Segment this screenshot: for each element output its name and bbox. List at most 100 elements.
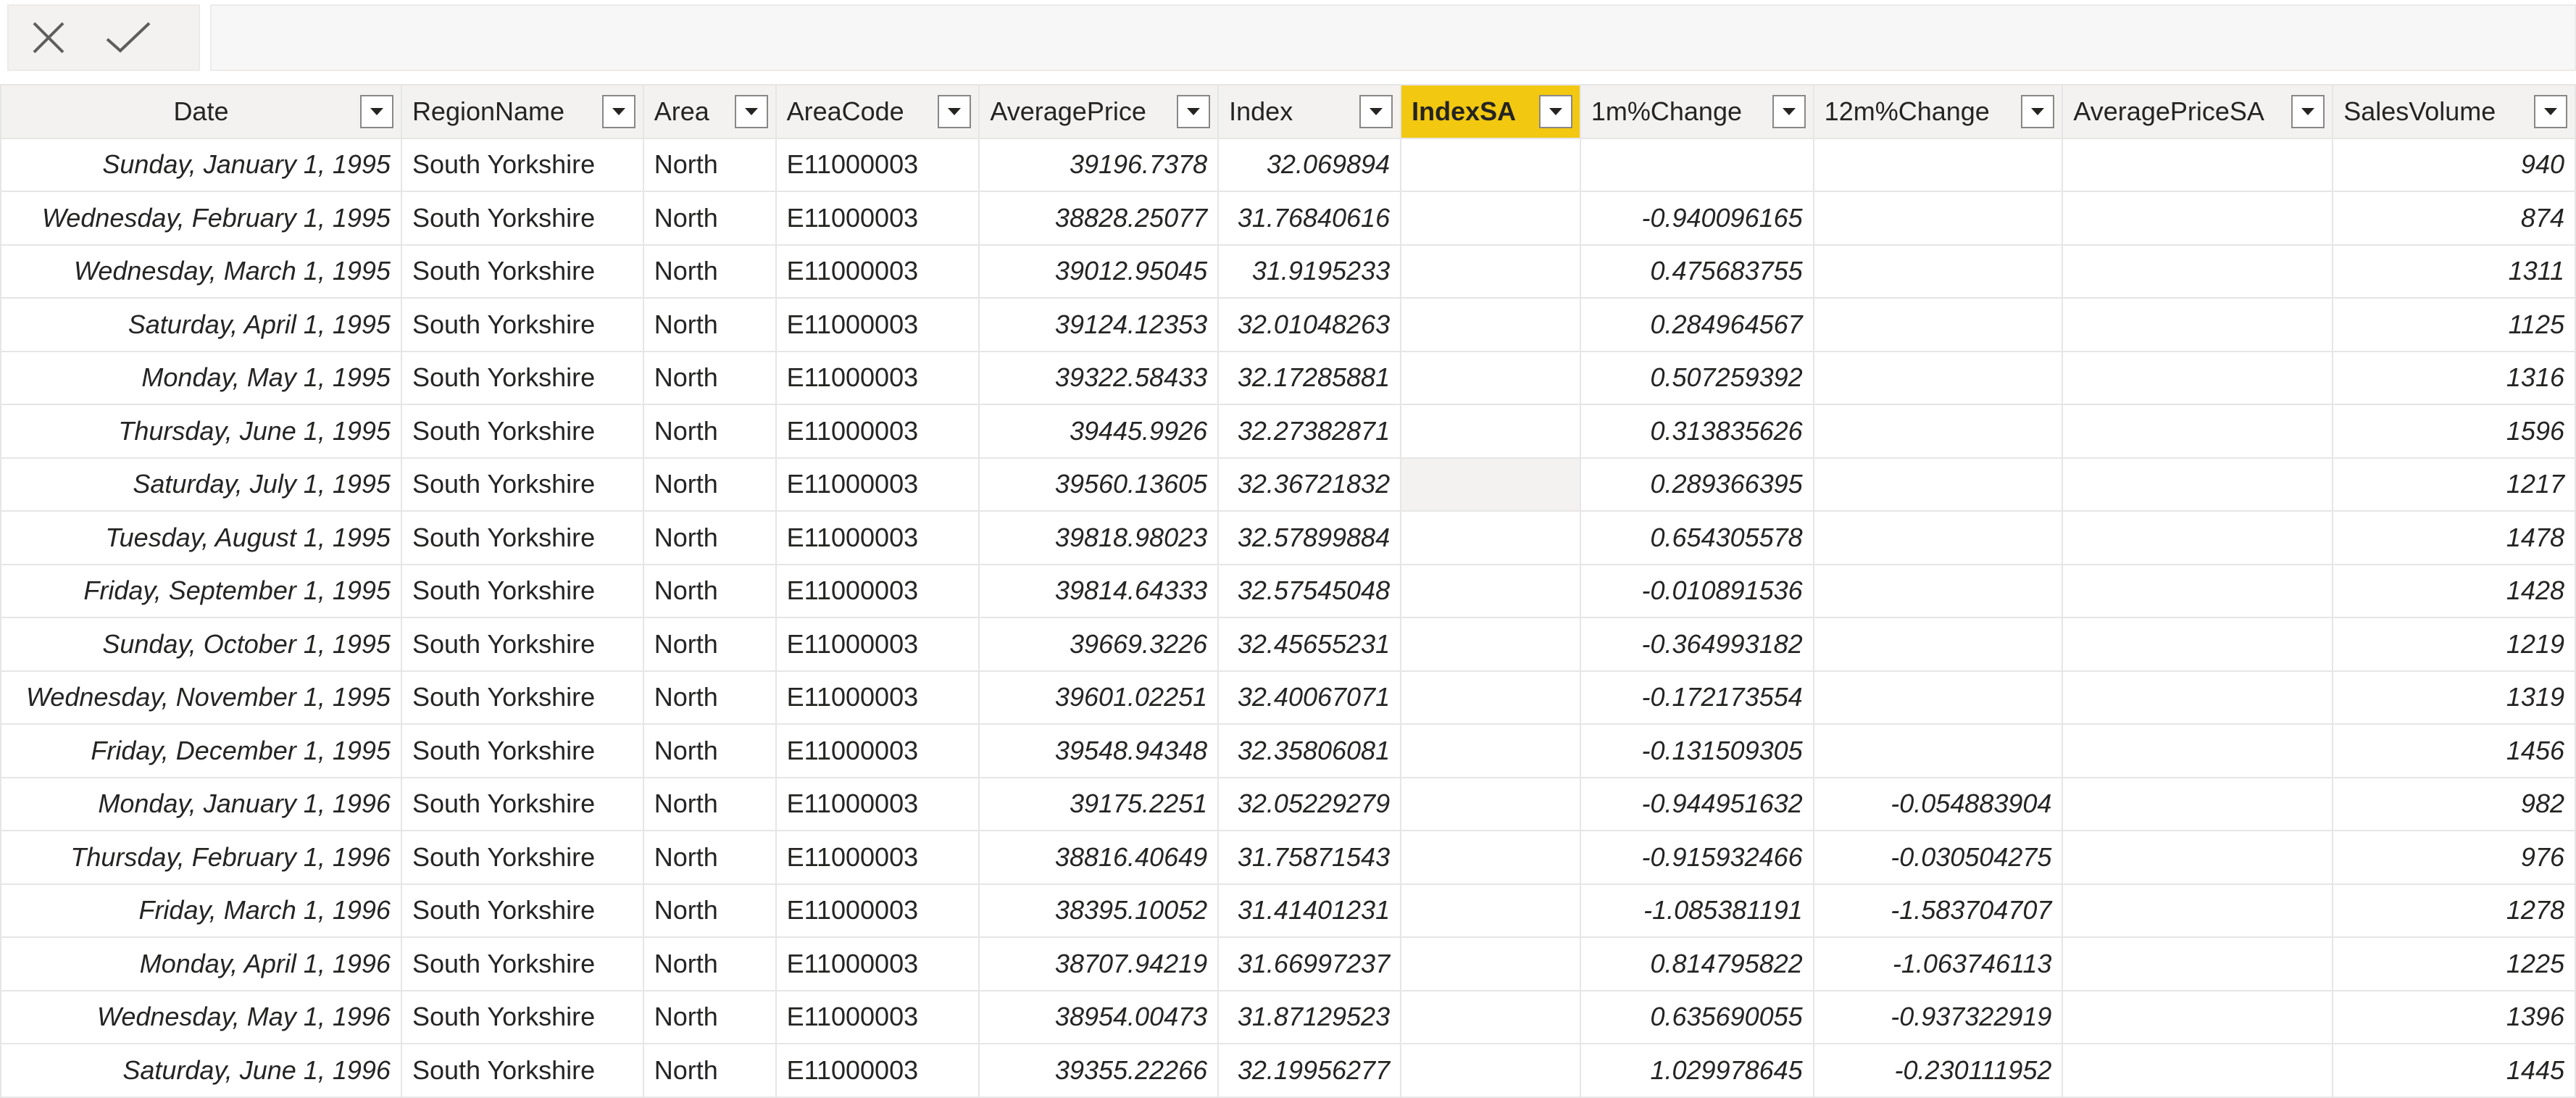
cell-1m-change[interactable]: -0.915932466 <box>1579 830 1814 885</box>
cell-date[interactable]: Wednesday, November 1, 1995 <box>0 670 402 725</box>
cell-index[interactable]: 31.76840616 <box>1217 191 1402 246</box>
cell-salesvolume[interactable]: 1217 <box>2332 457 2576 512</box>
cell-1m-change[interactable] <box>1579 137 1814 192</box>
table-row[interactable]: Wednesday, March 1, 1995 South Yorkshire N… <box>0 244 2576 299</box>
cell-area[interactable]: North <box>642 563 777 618</box>
table-row[interactable]: Wednesday, May 1, 1996 South Yorkshire Nor… <box>0 989 2576 1044</box>
cell-regionname[interactable]: South Yorkshire <box>400 670 644 725</box>
cell-12m-change[interactable] <box>1812 510 2064 565</box>
cell-date[interactable]: Sunday, January 1, 1995 <box>0 137 402 192</box>
cell-averagepricesa[interactable] <box>2062 244 2334 299</box>
cell-areacode[interactable]: E11000003 <box>775 350 980 405</box>
cell-salesvolume[interactable]: 874 <box>2332 191 2576 246</box>
cell-area[interactable]: North <box>642 297 777 352</box>
column-filter-button[interactable] <box>2534 94 2567 128</box>
table-row[interactable]: Wednesday, February 1, 1995 South Yorkshi… <box>0 191 2576 246</box>
cell-averagepricesa[interactable] <box>2062 350 2334 405</box>
table-row[interactable]: Friday, March 1, 1996 South Yorkshire Nort… <box>0 883 2576 938</box>
cell-12m-change[interactable] <box>1812 350 2064 405</box>
cell-averageprice[interactable]: 38816.40649 <box>978 830 1220 885</box>
cell-salesvolume[interactable]: 1428 <box>2332 563 2576 618</box>
table-row[interactable]: Sunday, October 1, 1995 South Yorkshire No… <box>0 617 2576 672</box>
cell-1m-change[interactable]: -0.944951632 <box>1579 776 1814 831</box>
cell-area[interactable]: North <box>642 137 777 192</box>
cell-averageprice[interactable]: 39124.12353 <box>978 297 1220 352</box>
cell-indexsa[interactable] <box>1400 617 1581 672</box>
cell-1m-change[interactable]: -0.364993182 <box>1579 617 1814 672</box>
cell-index[interactable]: 32.17285881 <box>1217 350 1402 405</box>
cell-averagepricesa[interactable] <box>2062 883 2334 938</box>
cell-averagepricesa[interactable] <box>2062 670 2334 725</box>
cell-date[interactable]: Monday, January 1, 1996 <box>0 776 402 831</box>
cell-regionname[interactable]: South Yorkshire <box>400 1043 644 1098</box>
table-row[interactable]: Sunday, January 1, 1995 South Yorkshire No… <box>0 137 2576 192</box>
cell-averagepricesa[interactable] <box>2062 297 2334 352</box>
cell-index[interactable]: 32.57899884 <box>1217 510 1402 565</box>
column-header-indexsa[interactable]: IndexSA <box>1400 84 1581 139</box>
cell-date[interactable]: Wednesday, May 1, 1996 <box>0 989 402 1044</box>
cell-12m-change[interactable] <box>1812 617 2064 672</box>
cell-averageprice[interactable]: 39818.98023 <box>978 510 1220 565</box>
cell-index[interactable]: 31.75871543 <box>1217 830 1402 885</box>
table-row[interactable]: Monday, April 1, 1996 South Yorkshire Nort… <box>0 936 2576 991</box>
cell-12m-change[interactable]: -0.230111952 <box>1812 1043 2064 1098</box>
cell-area[interactable]: North <box>642 883 777 938</box>
cell-regionname[interactable]: South Yorkshire <box>400 936 644 991</box>
table-row[interactable]: Thursday, June 1, 1995 South Yorkshire Nor… <box>0 404 2576 459</box>
cell-area[interactable]: North <box>642 350 777 405</box>
cell-date[interactable]: Sunday, October 1, 1995 <box>0 617 402 672</box>
cell-12m-change[interactable] <box>1812 457 2064 512</box>
cell-areacode[interactable]: E11000003 <box>775 617 980 672</box>
cell-date[interactable]: Friday, December 1, 1995 <box>0 723 402 778</box>
cell-12m-change[interactable] <box>1812 563 2064 618</box>
cell-averageprice[interactable]: 39601.02251 <box>978 670 1220 725</box>
cell-1m-change[interactable]: 0.654305578 <box>1579 510 1814 565</box>
cell-salesvolume[interactable]: 1311 <box>2332 244 2576 299</box>
cell-date[interactable]: Friday, March 1, 1996 <box>0 883 402 938</box>
cell-salesvolume[interactable]: 1396 <box>2332 989 2576 1044</box>
cell-1m-change[interactable]: -0.131509305 <box>1579 723 1814 778</box>
cell-areacode[interactable]: E11000003 <box>775 830 980 885</box>
cell-areacode[interactable]: E11000003 <box>775 723 980 778</box>
table-row[interactable]: Tuesday, August 1, 1995 South Yorkshire No… <box>0 510 2576 565</box>
table-row[interactable]: Wednesday, November 1, 1995 South Yorkshi… <box>0 670 2576 725</box>
cell-averageprice[interactable]: 39814.64333 <box>978 563 1220 618</box>
cell-1m-change[interactable]: 0.284964567 <box>1579 297 1814 352</box>
cell-areacode[interactable]: E11000003 <box>775 457 980 512</box>
column-filter-button[interactable] <box>2021 94 2055 128</box>
cell-salesvolume[interactable]: 1319 <box>2332 670 2576 725</box>
cell-averageprice[interactable]: 39175.2251 <box>978 776 1220 831</box>
cell-regionname[interactable]: South Yorkshire <box>400 776 644 831</box>
column-header-1m-change[interactable]: 1m%Change <box>1579 84 1814 139</box>
cell-index[interactable]: 32.35806081 <box>1217 723 1402 778</box>
cell-averagepricesa[interactable] <box>2062 404 2334 459</box>
column-filter-button[interactable] <box>601 94 635 128</box>
column-filter-button[interactable] <box>2291 94 2325 128</box>
cell-12m-change[interactable]: -0.937322919 <box>1812 989 2064 1044</box>
cell-1m-change[interactable]: 0.814795822 <box>1579 936 1814 991</box>
cell-12m-change[interactable] <box>1812 244 2064 299</box>
table-row[interactable]: Friday, December 1, 1995 South Yorkshire N… <box>0 723 2576 778</box>
cell-indexsa[interactable] <box>1400 776 1581 831</box>
commit-button[interactable] <box>88 9 168 67</box>
cell-index[interactable]: 32.36721832 <box>1217 457 1402 512</box>
cell-areacode[interactable]: E11000003 <box>775 191 980 246</box>
cell-regionname[interactable]: South Yorkshire <box>400 457 644 512</box>
cell-index[interactable]: 32.27382871 <box>1217 404 1402 459</box>
column-filter-button[interactable] <box>1772 94 1806 128</box>
cell-date[interactable]: Wednesday, March 1, 1995 <box>0 244 402 299</box>
cell-salesvolume[interactable]: 1225 <box>2332 936 2576 991</box>
cell-area[interactable]: North <box>642 244 777 299</box>
cell-area[interactable]: North <box>642 776 777 831</box>
cell-area[interactable]: North <box>642 989 777 1044</box>
cell-regionname[interactable]: South Yorkshire <box>400 404 644 459</box>
cell-index[interactable]: 32.45655231 <box>1217 617 1402 672</box>
column-header-regionname[interactable]: RegionName <box>400 84 644 139</box>
cell-areacode[interactable]: E11000003 <box>775 936 980 991</box>
column-filter-button[interactable] <box>359 94 393 128</box>
cell-area[interactable]: North <box>642 191 777 246</box>
cell-areacode[interactable]: E11000003 <box>775 776 980 831</box>
cell-indexsa[interactable] <box>1400 350 1581 405</box>
cell-12m-change[interactable] <box>1812 137 2064 192</box>
cell-12m-change[interactable]: -1.583704707 <box>1812 883 2064 938</box>
